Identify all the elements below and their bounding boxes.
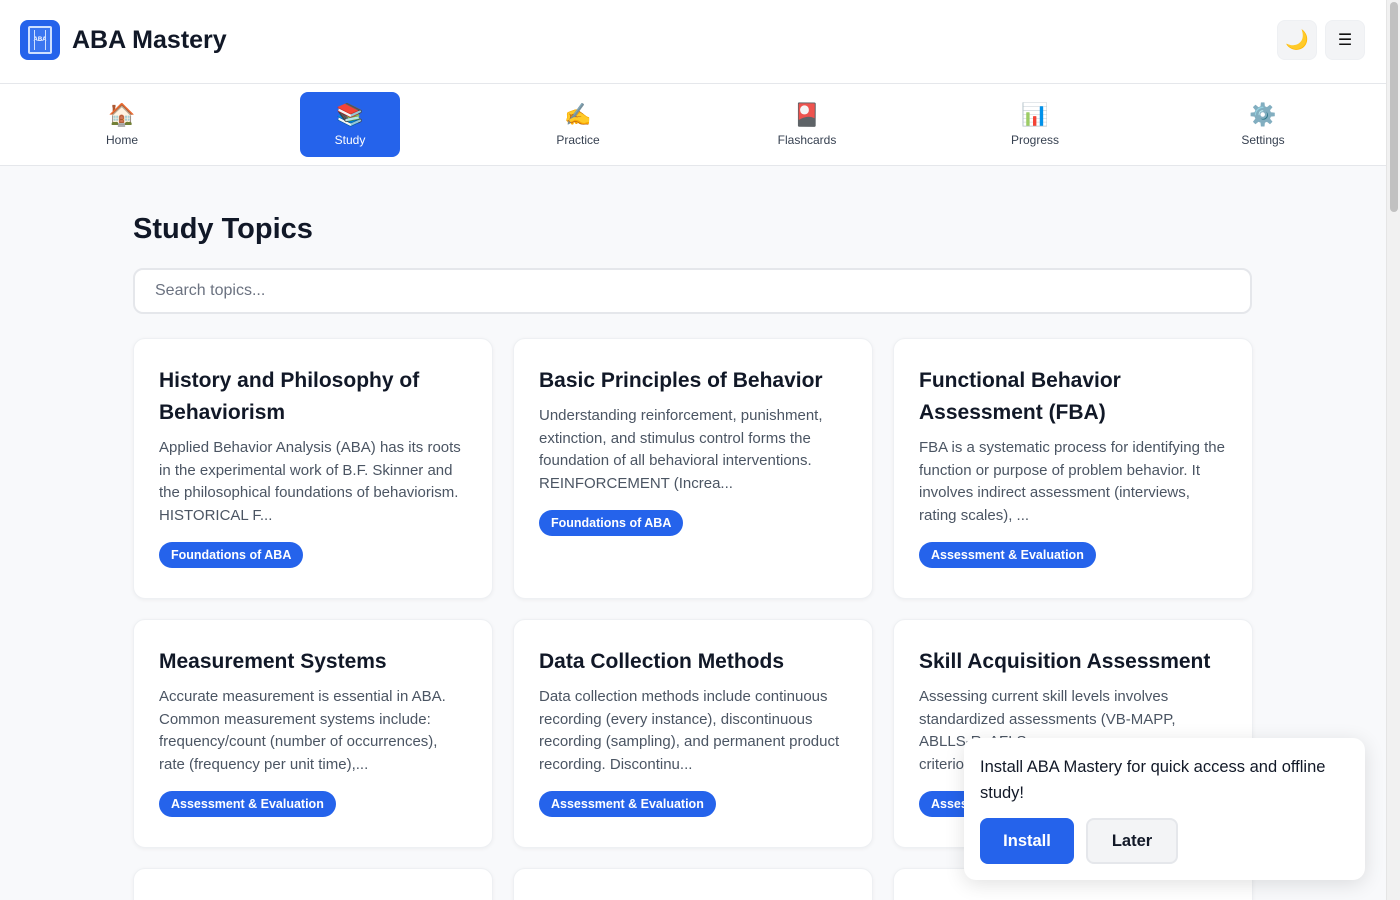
- category-badge: Foundations of ABA: [539, 510, 684, 536]
- moon-icon: 🌙: [1285, 30, 1309, 51]
- nav-label: Home: [105, 133, 138, 147]
- topic-title: Basic Principles of Behavior: [539, 369, 823, 392]
- books-icon: 📚: [336, 102, 364, 127]
- flashcard-icon: 🎴: [793, 102, 821, 127]
- menu-button[interactable]: ☰: [1325, 20, 1365, 60]
- nav-label: Practice: [556, 133, 600, 147]
- nav-item-practice[interactable]: ✍️ Practice: [528, 92, 628, 157]
- nav-item-progress[interactable]: 📊 Progress: [985, 92, 1085, 157]
- page-title: Study Topics: [133, 213, 313, 245]
- book-icon: ABA: [28, 26, 52, 54]
- nav-item-settings[interactable]: ⚙️ Settings: [1213, 92, 1313, 157]
- topic-card[interactable]: Measurement Systems Accurate measurement…: [133, 619, 493, 848]
- topic-excerpt: FBA is a systematic process for identify…: [919, 439, 1225, 524]
- gear-icon: ⚙️: [1249, 102, 1277, 127]
- category-badge: Foundations of ABA: [159, 542, 304, 568]
- writing-hand-icon: ✍️: [564, 102, 592, 127]
- topic-card[interactable]: [133, 868, 493, 900]
- topic-card[interactable]: Basic Principles of Behavior Understandi…: [513, 338, 873, 599]
- topic-excerpt: Understanding reinforcement, punishment,…: [539, 407, 823, 492]
- topic-card[interactable]: History and Philosophy of Behaviorism Ap…: [133, 338, 493, 599]
- app-logo[interactable]: ABA: [20, 20, 60, 60]
- scrollbar-thumb[interactable]: [1390, 2, 1398, 212]
- category-badge: Assessment & Evaluation: [539, 791, 716, 817]
- topic-title: History and Philosophy of Behaviorism: [159, 369, 420, 424]
- topic-title: Data Collection Methods: [539, 650, 785, 673]
- topic-excerpt-tail: criterio: [919, 755, 965, 773]
- app-header: ABA ABA Mastery 🌙 ☰: [0, 0, 1386, 84]
- nav-item-study[interactable]: 📚 Study: [300, 92, 400, 157]
- theme-toggle-button[interactable]: 🌙: [1277, 20, 1317, 60]
- nav-label: Study: [334, 133, 366, 147]
- topic-card[interactable]: Functional Behavior Assessment (FBA) FBA…: [893, 338, 1253, 599]
- nav-label: Settings: [1241, 133, 1285, 147]
- install-message: Install ABA Mastery for quick access and…: [980, 758, 1326, 802]
- topic-excerpt: Data collection methods include continuo…: [539, 688, 840, 773]
- main-nav: 🏠 Home 📚 Study ✍️ Practice 🎴 Flashcards …: [0, 84, 1386, 166]
- scrollbar[interactable]: [1386, 0, 1400, 900]
- topic-card[interactable]: Data Collection Methods Data collection …: [513, 619, 873, 848]
- install-button[interactable]: Install: [980, 818, 1074, 864]
- topic-title: Skill Acquisition Assessment: [919, 650, 1211, 673]
- nav-item-home[interactable]: 🏠 Home: [72, 92, 172, 157]
- app-title: ABA Mastery: [72, 26, 227, 54]
- search-input[interactable]: [133, 268, 1252, 314]
- hamburger-icon: ☰: [1337, 32, 1353, 49]
- topic-excerpt: Applied Behavior Analysis (ABA) has its …: [159, 439, 461, 524]
- category-badge: Assessment & Evaluation: [159, 791, 336, 817]
- later-button[interactable]: Later: [1086, 818, 1178, 864]
- topic-excerpt: Accurate measurement is essential in ABA…: [159, 688, 446, 773]
- bar-chart-icon: 📊: [1021, 102, 1049, 127]
- install-prompt: Install ABA Mastery for quick access and…: [964, 738, 1365, 880]
- topic-title: Measurement Systems: [159, 650, 387, 673]
- topic-card[interactable]: [513, 868, 873, 900]
- nav-item-flashcards[interactable]: 🎴 Flashcards: [757, 92, 857, 157]
- nav-label: Flashcards: [777, 133, 837, 147]
- nav-label: Progress: [1010, 133, 1060, 147]
- house-icon: 🏠: [108, 102, 136, 127]
- topic-title: Functional Behavior Assessment (FBA): [919, 369, 1121, 424]
- category-badge: Assessment & Evaluation: [919, 542, 1096, 568]
